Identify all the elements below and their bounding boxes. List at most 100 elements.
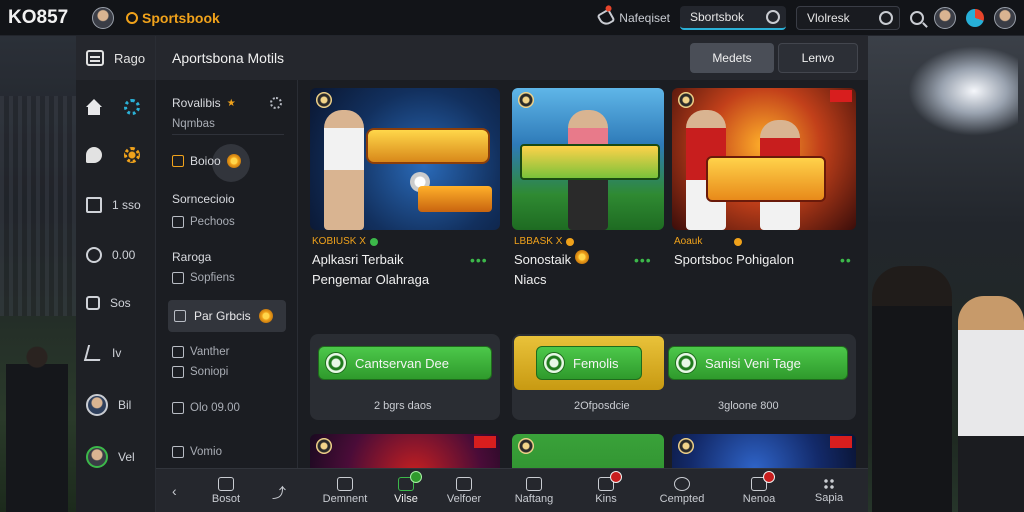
card-title-line: Pengemar Olahraga <box>312 272 430 287</box>
sidebar-item-sos[interactable]: Sos <box>76 288 156 318</box>
more-options-icon[interactable]: ••• <box>634 252 652 268</box>
menu-item[interactable]: Sopfiens <box>172 272 235 284</box>
menu-favorites-sub: Nqmbas <box>172 118 215 130</box>
card-count: 3gloone 800 <box>718 400 779 412</box>
video-icon <box>398 471 422 491</box>
player-silhouette <box>6 336 68 512</box>
crowd-image <box>0 96 76 316</box>
checkbox[interactable] <box>172 366 184 378</box>
bottom-nav-item[interactable]: Bosot <box>206 469 246 512</box>
search-icon[interactable] <box>910 11 924 25</box>
chevron-left-icon[interactable]: ‹ <box>172 483 177 499</box>
sidebar-item-home[interactable] <box>76 92 156 122</box>
leave-button[interactable]: Lenvo <box>778 43 858 73</box>
category-menu: Rovalibis ★ Nqmbas Boioo Sorncecioio Pec… <box>156 36 298 512</box>
clock-icon[interactable] <box>879 11 893 25</box>
avatar <box>86 446 108 468</box>
gear-icon[interactable] <box>124 147 140 163</box>
number-artwork <box>418 186 492 212</box>
checkbox[interactable] <box>172 216 184 228</box>
checkbox[interactable] <box>172 346 184 358</box>
ring-icon <box>86 247 102 263</box>
card-title[interactable]: Sportsboc Pohigalon <box>674 250 794 270</box>
game-thumbnail[interactable] <box>310 88 500 230</box>
profile-avatar[interactable] <box>934 7 956 29</box>
user-avatar[interactable] <box>92 6 114 29</box>
menu-item[interactable]: Vomio <box>172 446 222 458</box>
bottom-nav-item[interactable]: Cempted <box>652 469 712 512</box>
box-icon <box>218 477 234 491</box>
wallet-icon <box>456 477 472 491</box>
bottom-nav-item[interactable]: Sapia <box>804 469 854 512</box>
bottom-nav-item[interactable]: Nenoa <box>734 469 784 512</box>
sidebar-item-label: Vel <box>118 450 135 464</box>
game-thumbnail[interactable] <box>672 88 856 230</box>
cta-button-label: Femolis <box>573 355 619 371</box>
content-grid: KOBIUSK X Aplkasri Terbaik Pengemar Olah… <box>298 80 868 512</box>
cta-button[interactable]: Cantservan Dee <box>318 346 492 380</box>
site-brand[interactable]: Sportsbook <box>126 10 220 26</box>
sidebar-item-frame[interactable]: 1 sso <box>76 190 156 220</box>
sidebar-item-user-2[interactable]: Vel <box>76 442 156 472</box>
top-bar: KO857 Sportsbook Nafeqiset Sbortsbok Vlo… <box>0 0 1024 36</box>
notifications-icon[interactable] <box>966 9 984 27</box>
menu-item-selected[interactable]: Par Grbcis <box>168 300 286 332</box>
bottom-nav-item[interactable]: Velfoer <box>438 469 490 512</box>
checkbox[interactable] <box>174 310 186 322</box>
avatar <box>86 394 108 416</box>
menu-section-2: Raroga <box>172 250 212 264</box>
secondary-search-input[interactable]: Vlolresk <box>796 6 900 30</box>
sidebar-item-label: 1 sso <box>112 198 141 212</box>
more-options-icon[interactable]: ••• <box>470 252 488 268</box>
bottom-nav-label: Demnent <box>322 493 368 505</box>
tools-button[interactable]: Nafeqiset <box>596 8 670 28</box>
settings-icon[interactable] <box>124 99 140 115</box>
bottom-nav-item[interactable]: Vilse <box>382 469 430 512</box>
menu-item[interactable]: Soniopi <box>172 366 228 378</box>
status-dot <box>566 237 575 246</box>
wrench-icon <box>596 8 616 28</box>
checkbox[interactable] <box>172 446 184 458</box>
sidebar-item-label: 0.00 <box>112 248 136 262</box>
sidebar-item-user-1[interactable]: Bil <box>76 390 156 420</box>
cta-button[interactable]: Sanisi Veni Tage <box>668 346 848 380</box>
bottom-nav-item[interactable]: Naftang <box>508 469 560 512</box>
menu-item-active[interactable]: Boioo <box>172 154 241 168</box>
checkbox[interactable] <box>172 155 184 167</box>
league-badge-icon <box>316 92 332 108</box>
menu-item[interactable]: Pechoos <box>172 216 235 228</box>
sidebar-item-balance[interactable]: 0.00 <box>76 240 156 270</box>
menu-icon[interactable] <box>86 50 104 66</box>
cta-button-label: Cantservan Dee <box>355 355 449 371</box>
checkbox[interactable] <box>172 402 184 414</box>
share-icon[interactable]: ⤴ <box>272 483 286 503</box>
menu-item-label: Vanther <box>190 346 230 358</box>
bottom-nav-label: Velfoer <box>446 493 482 505</box>
checkbox[interactable] <box>172 272 184 284</box>
account-avatar[interactable] <box>994 7 1016 29</box>
gear-icon[interactable] <box>269 97 282 109</box>
sidebar-item-chat[interactable] <box>76 140 156 170</box>
game-thumbnail[interactable] <box>512 88 664 230</box>
sidebar-item-share[interactable]: Iv <box>76 338 156 368</box>
chat-icon <box>86 147 102 163</box>
brand-logo[interactable]: KO857 <box>8 7 78 29</box>
menu-item[interactable]: Olo 09.00 <box>172 402 240 414</box>
bottom-nav-item[interactable]: Kins <box>582 469 630 512</box>
bottom-nav-item[interactable]: Demnent <box>314 469 376 512</box>
card-title[interactable]: Aplkasri Terbaik Pengemar Olahraga <box>312 250 429 290</box>
bottom-nav-label: Bosot <box>211 493 241 505</box>
headset-icon <box>674 477 690 491</box>
search-input[interactable]: Sbortsbok <box>680 6 786 30</box>
card-tag: LBBASK X <box>514 236 575 247</box>
cta-button[interactable]: Femolis <box>536 346 642 380</box>
markets-button[interactable]: Medets <box>690 43 774 73</box>
menu-item[interactable]: Vanther <box>172 346 229 358</box>
top-right-tools: Nafeqiset Sbortsbok Vlolresk <box>596 0 1016 36</box>
menu-favorites[interactable]: Rovalibis ★ <box>172 96 282 110</box>
share-icon <box>83 345 105 361</box>
sidebar-header[interactable]: Rago <box>76 36 155 80</box>
search-go-icon[interactable] <box>766 10 780 24</box>
more-options-icon[interactable]: •• <box>840 252 852 268</box>
card-title[interactable]: Sonostaik Niacs <box>514 250 589 290</box>
